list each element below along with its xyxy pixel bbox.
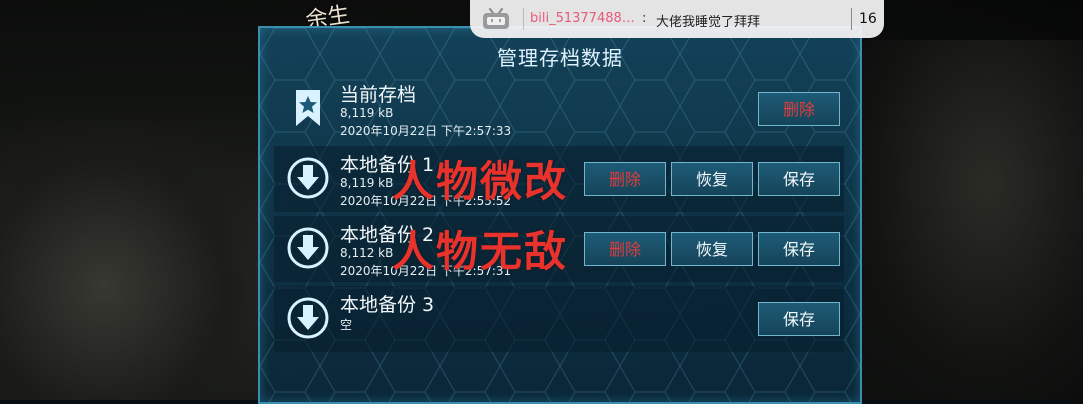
- save-button[interactable]: 保存: [758, 232, 840, 266]
- save-size: 空: [340, 318, 353, 332]
- delete-button[interactable]: 删除: [584, 162, 666, 196]
- current-save-row: 当前存档 8,119 kB 2020年10月22日 下午2:57:33 删除: [274, 76, 844, 142]
- save-button[interactable]: 保存: [758, 302, 840, 336]
- save-size: 8,119 kB: [340, 106, 394, 120]
- save-data-panel: 管理存档数据 当前存档 8,119 kB 2020年10月22日 下午2:57:…: [258, 26, 862, 404]
- save-name: 本地备份 3: [340, 294, 435, 316]
- comment-username: bili_51377488…: [530, 11, 635, 26]
- save-size: 8,119 kB: [340, 176, 394, 190]
- restore-button[interactable]: 恢复: [671, 232, 753, 266]
- comment-count: 16: [859, 11, 877, 27]
- delete-button[interactable]: 删除: [758, 92, 840, 126]
- download-arrow-icon: [286, 296, 330, 340]
- save-button[interactable]: 保存: [758, 162, 840, 196]
- panel-title: 管理存档数据: [497, 46, 623, 70]
- overlay-annotation-1: 人物微改: [392, 157, 569, 206]
- divider: [851, 8, 852, 30]
- save-size: 8,112 kB: [340, 246, 394, 260]
- overlay-annotation-2: 人物无敌: [392, 227, 569, 276]
- download-arrow-icon: [286, 226, 330, 270]
- background-rock-left: [0, 120, 260, 400]
- restore-button[interactable]: 恢复: [671, 162, 753, 196]
- save-name: 当前存档: [340, 84, 417, 106]
- comment-message: 大佬我睡觉了拜拜: [656, 15, 761, 30]
- comment-colon: :: [642, 11, 647, 26]
- backup-row-3: 本地备份 3 空 保存: [274, 286, 844, 352]
- download-arrow-icon: [286, 156, 330, 200]
- bilibili-tv-icon: [482, 8, 510, 30]
- bookmark-star-icon: [286, 86, 330, 130]
- background-rock-right: [843, 40, 1083, 400]
- divider: [523, 8, 524, 30]
- delete-button[interactable]: 删除: [584, 232, 666, 266]
- live-comment-notification[interactable]: bili_51377488… : 大佬我睡觉了拜拜 16: [470, 0, 884, 38]
- save-date: 2020年10月22日 下午2:57:33: [340, 124, 512, 138]
